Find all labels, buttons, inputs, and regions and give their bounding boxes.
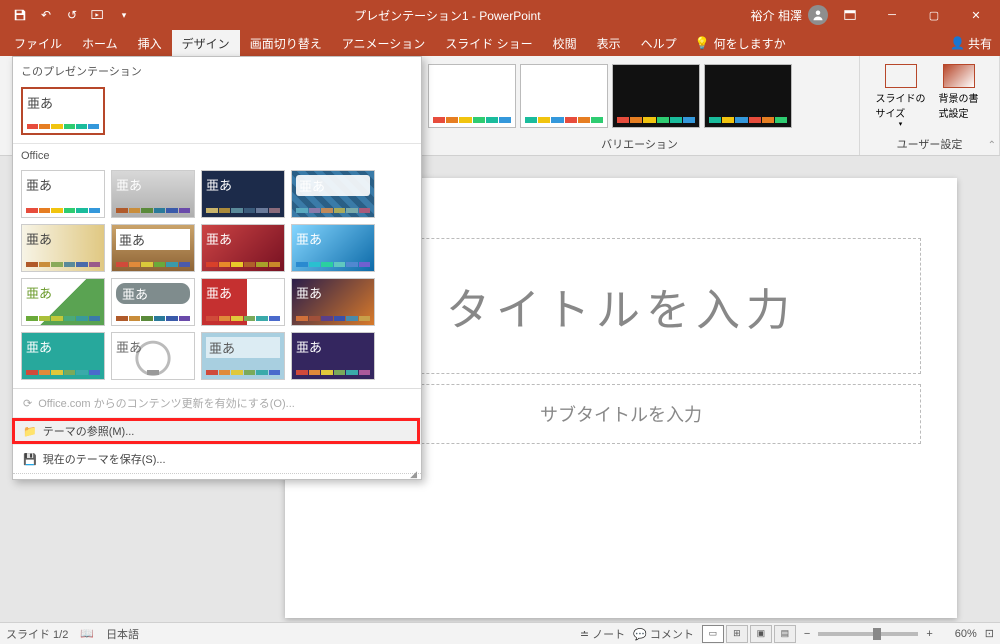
tab-transitions[interactable]: 画面切り替え	[240, 30, 332, 56]
spellcheck-icon[interactable]: 📖	[80, 627, 94, 640]
lightbulb-icon: 💡	[695, 36, 710, 50]
theme-thumb[interactable]: 亜あ	[291, 278, 375, 326]
theme-thumb[interactable]: 亜あ	[201, 224, 285, 272]
window-title: プレゼンテーション1 - PowerPoint	[144, 7, 751, 24]
format-background-button[interactable]: 背景の書 式設定	[931, 64, 987, 128]
save-icon: 💾	[23, 453, 37, 466]
browse-for-themes-item[interactable]: 📁テーマの参照(M)...	[13, 417, 421, 445]
zoom-in-button[interactable]: +	[926, 628, 932, 640]
variation-thumb[interactable]	[704, 64, 792, 128]
theme-thumb[interactable]: 亜あ	[291, 332, 375, 380]
comments-button[interactable]: 💬 コメント	[633, 626, 694, 642]
title-bar: ↶ ↺ ▾ プレゼンテーション1 - PowerPoint 裕介 相澤 ─ ▢ …	[0, 0, 1000, 30]
customize-group: スライドの サイズ▾ 背景の書 式設定 ユーザー設定	[860, 56, 1000, 155]
theme-thumb[interactable]: 亜あ	[201, 278, 285, 326]
format-bg-icon	[943, 64, 975, 88]
title-right-controls: 裕介 相澤 ─ ▢ ✕	[751, 0, 1000, 30]
section-office: Office	[13, 143, 421, 166]
close-button[interactable]: ✕	[956, 0, 996, 30]
theme-thumb[interactable]: 亜あ	[291, 224, 375, 272]
user-avatar-icon[interactable]	[808, 5, 828, 25]
view-buttons: ▭ ⊞ ▣ ▤	[702, 625, 796, 643]
slide-sorter-view-button[interactable]: ⊞	[726, 625, 748, 643]
fit-to-window-button[interactable]: ⊡	[985, 627, 994, 640]
zoom-slider[interactable]	[818, 632, 918, 636]
variations-label: バリエーション	[424, 136, 855, 152]
tab-insert[interactable]: 挿入	[128, 30, 172, 56]
enable-office-com-updates-item[interactable]: ⟳Office.com からのコンテンツ更新を有効にする(O)...	[13, 389, 421, 417]
theme-thumb[interactable]: 亜あ	[21, 170, 105, 218]
theme-thumb-current[interactable]: 亜あ	[21, 87, 105, 135]
tab-view[interactable]: 表示	[587, 30, 631, 56]
variation-thumb[interactable]	[520, 64, 608, 128]
variation-thumb[interactable]	[612, 64, 700, 128]
section-this-presentation: このプレゼンテーション	[13, 57, 421, 83]
resize-grip-icon[interactable]: ◢	[410, 469, 417, 480]
zoom-percent[interactable]: 60%	[941, 628, 977, 640]
tab-file[interactable]: ファイル	[4, 30, 72, 56]
theme-thumb[interactable]: 亜あ	[201, 170, 285, 218]
customize-qat-button[interactable]: ▾	[112, 3, 136, 27]
theme-thumb[interactable]: 亜あ	[111, 332, 195, 380]
variations-group: バリエーション	[420, 56, 860, 155]
refresh-icon: ⟳	[23, 397, 32, 410]
collapse-ribbon-button[interactable]: ⌃	[988, 140, 996, 151]
theme-thumb[interactable]: 亜あ	[111, 224, 195, 272]
ribbon-display-options-button[interactable]	[830, 0, 870, 30]
status-bar: スライド 1/2 📖 日本語 ≐ ノート 💬 コメント ▭ ⊞ ▣ ▤ − + …	[0, 622, 1000, 644]
tab-animations[interactable]: アニメーション	[332, 30, 436, 56]
slide-indicator[interactable]: スライド 1/2	[6, 626, 68, 642]
quick-access-toolbar: ↶ ↺ ▾	[0, 3, 144, 27]
restore-button[interactable]: ▢	[914, 0, 954, 30]
slideshow-view-button[interactable]: ▤	[774, 625, 796, 643]
slide-size-button[interactable]: スライドの サイズ▾	[873, 64, 929, 128]
zoom-out-button[interactable]: −	[804, 628, 810, 640]
slide-size-icon	[885, 64, 917, 88]
share-icon: 👤	[950, 36, 965, 50]
theme-thumb[interactable]: 亜あ	[111, 170, 195, 218]
theme-thumb[interactable]: 亜あ	[111, 278, 195, 326]
share-button[interactable]: 👤共有	[950, 35, 992, 52]
reading-view-button[interactable]: ▣	[750, 625, 772, 643]
ribbon-tabs: ファイル ホーム 挿入 デザイン 画面切り替え アニメーション スライド ショー…	[0, 30, 1000, 56]
theme-thumb[interactable]: 亜あ	[201, 332, 285, 380]
tab-home[interactable]: ホーム	[72, 30, 128, 56]
redo-button[interactable]: ↺	[60, 3, 84, 27]
theme-thumb[interactable]: 亜あ	[291, 170, 375, 218]
tab-help[interactable]: ヘルプ	[631, 30, 687, 56]
user-name: 裕介 相澤	[751, 7, 802, 24]
variation-thumb[interactable]	[428, 64, 516, 128]
customize-label: ユーザー設定	[897, 136, 963, 152]
folder-icon: 📁	[23, 425, 37, 438]
save-current-theme-item[interactable]: 💾現在のテーマを保存(S)...	[13, 445, 421, 473]
start-from-beginning-button[interactable]	[86, 3, 110, 27]
notes-button[interactable]: ≐ ノート	[580, 626, 625, 642]
minimize-button[interactable]: ─	[872, 0, 912, 30]
theme-thumb[interactable]: 亜あ	[21, 278, 105, 326]
tab-design[interactable]: デザイン	[172, 30, 240, 56]
tab-review[interactable]: 校閲	[543, 30, 587, 56]
themes-gallery-dropdown: このプレゼンテーション 亜あ Office 亜あ 亜あ 亜あ 亜あ 亜あ 亜あ …	[12, 56, 422, 480]
tell-me-search[interactable]: 💡何をしますか	[687, 35, 794, 52]
save-button[interactable]	[8, 3, 32, 27]
undo-button[interactable]: ↶	[34, 3, 58, 27]
tab-slideshow[interactable]: スライド ショー	[435, 30, 542, 56]
language-indicator[interactable]: 日本語	[106, 626, 139, 642]
normal-view-button[interactable]: ▭	[702, 625, 724, 643]
theme-thumb[interactable]: 亜あ	[21, 332, 105, 380]
theme-thumb[interactable]: 亜あ	[21, 224, 105, 272]
